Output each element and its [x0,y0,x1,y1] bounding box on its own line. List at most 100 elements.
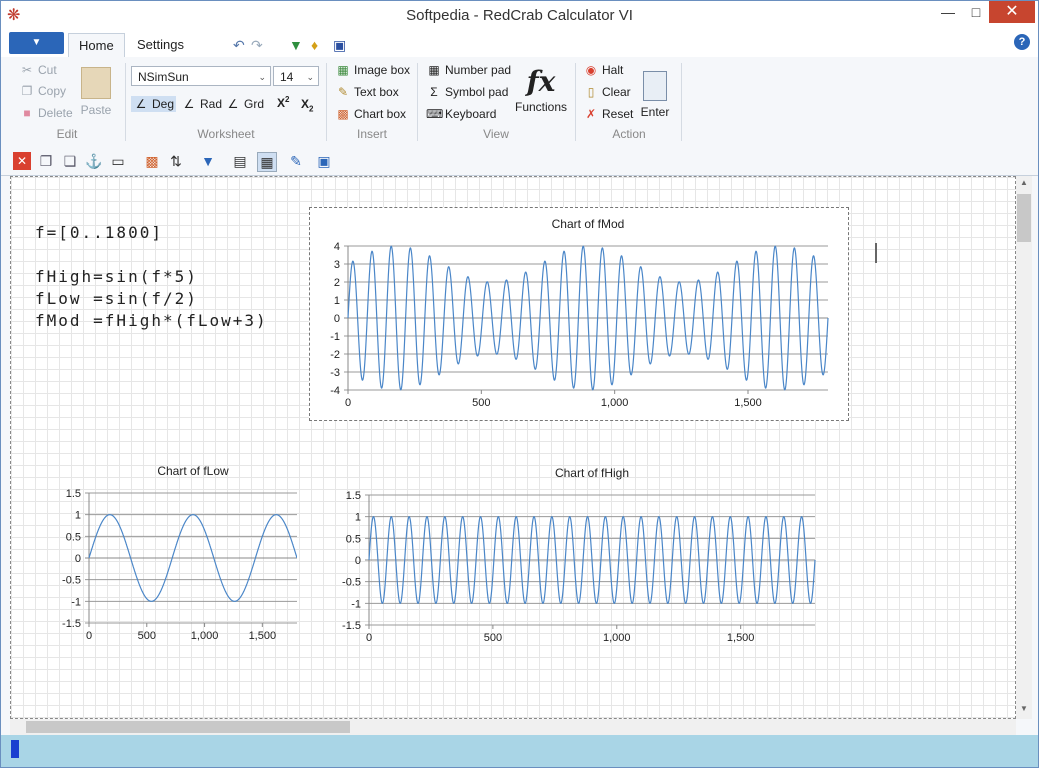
chart-box-fmod[interactable]: Chart of fMod 4 3 2 1 0 -1 -2 -3 -4 0 500 1,000 1,500 [309,207,849,421]
chart-icon[interactable]: ▩ [143,152,161,170]
y-tick-label: 0.5 [66,531,81,543]
y-tick-label: 1.5 [66,488,81,500]
file-menu-button[interactable]: ▼ [9,32,64,54]
grd-toggle[interactable]: ∠ Grd [225,97,264,111]
view-group-label: View [483,127,509,141]
font-size-select[interactable]: 14 ⌄ [273,66,319,86]
symbol-pad-button[interactable]: Σ Symbol pad [426,85,508,99]
save-as-icon[interactable]: ♦ [311,37,318,53]
vertical-scrollbar[interactable]: ▲ ▼ [1016,176,1032,719]
x-tick-label: 0 [366,632,372,644]
halt-label: Halt [602,63,624,77]
redo-icon[interactable]: ↷ [251,37,263,54]
x-tick-label: 1,500 [249,630,277,642]
copy-button[interactable]: ❐ Copy [19,84,66,98]
minimize-button[interactable]: — [933,1,963,23]
sort-icon[interactable]: ⇅ [167,152,185,170]
font-select[interactable]: NSimSun ⌄ [131,66,271,86]
close-sheet-icon[interactable]: ✕ [13,152,31,170]
functions-label: Functions [514,100,568,114]
angle-icon: ∠ [183,97,195,111]
number-pad-button[interactable]: ▦ Number pad [426,63,511,77]
chart-fhigh-svg: Chart of fHigh 1.5 1 0.5 0 -0.5 -1 -1.5 0 500 1,00… [342,466,816,644]
vertical-scroll-thumb[interactable] [1017,194,1031,242]
y-tick-label: 0.5 [346,533,361,545]
bring-front-icon[interactable]: ❐ [37,152,55,170]
properties-icon[interactable]: ▤ [231,152,249,170]
chart-title: Chart of fHigh [555,466,629,480]
clear-button[interactable]: ▯ Clear [583,85,631,99]
image-box-button[interactable]: ▦ Image box [335,63,410,77]
title-bar: ❋ Softpedia - RedCrab Calculator VI — □ … [1,1,1038,31]
x-tick-label: 1,500 [734,397,762,409]
enter-button[interactable]: Enter [637,71,673,119]
x-tick-label: 500 [472,397,490,409]
chart-box-fhigh[interactable]: Chart of fHigh 1.5 1 0.5 0 -0.5 -1 -1.5 0 500 1,00… [315,461,835,661]
clear-label: Clear [602,85,631,99]
code-line[interactable]: fHigh=sin(f*5) [35,267,198,286]
code-line[interactable]: f=[0..1800] [35,223,163,242]
horizontal-scroll-thumb[interactable] [26,721,350,733]
x-tick-label: 500 [484,632,502,644]
paste-button[interactable]: Paste [79,67,113,117]
y-tick-label: -4 [330,385,340,397]
code-line[interactable]: fMod =fHigh*(fLow+3) [35,311,268,330]
grd-label: Grd [244,97,265,111]
insert-dropdown-icon[interactable]: ▼ [199,152,217,170]
x-tick-label: 0 [345,397,351,409]
chart-box-flow[interactable]: Chart of fLow 1.5 1 0.5 0 -0.5 -1 -1.5 0 500 1,000… [35,461,297,661]
chevron-down-icon: ⌄ [306,72,314,82]
bar-chart-icon: ▩ [337,107,349,121]
x-tick-label: 500 [138,630,156,642]
reset-button[interactable]: ✗ Reset [583,107,633,121]
y-tick-label: 2 [334,277,340,289]
edit-group-label: Edit [56,127,78,141]
worksheet-canvas[interactable]: f=[0..1800] fHigh=sin(f*5) fLow =sin(f/2… [10,176,1016,719]
number-pad-icon: ▦ [428,63,440,77]
separator [125,63,126,141]
undo-icon[interactable]: ↶ [233,37,245,54]
help-icon[interactable]: ? [1014,34,1030,50]
edit-icon[interactable]: ✎ [287,152,305,170]
y-tick-label: -1 [330,331,340,343]
separator [575,63,576,141]
app-window: ❋ Softpedia - RedCrab Calculator VI — □ … [0,0,1039,768]
halt-button[interactable]: ◉ Halt [583,63,624,77]
subscript-button[interactable]: X2 [301,97,313,113]
anchor-icon[interactable]: ⚓ [85,152,103,170]
grid-icon[interactable]: ▦ [257,152,277,172]
cut-button[interactable]: ✂ Cut [19,63,57,77]
scroll-down-icon[interactable]: ▼ [1016,704,1032,718]
screen-icon[interactable]: ▣ [315,152,333,170]
y-tick-label: -1.5 [62,618,81,630]
code-line-text: f=[0..1800] [35,223,163,242]
sigma-icon: Σ [430,85,438,99]
send-back-icon[interactable]: ❏ [61,152,79,170]
tab-settings[interactable]: Settings [127,33,194,57]
maximize-button[interactable]: □ [963,1,989,23]
ribbon-tabs: ▼ Home Settings ↶ ↷ ▼ ♦ ▣ ? [1,31,1038,58]
keyboard-button[interactable]: ⌨ Keyboard [426,107,496,121]
separator [417,63,418,141]
insert-group-label: Insert [356,127,387,141]
text-box-button[interactable]: ✎ Text box [335,85,399,99]
superscript-button[interactable]: X2 [277,95,289,110]
delete-button[interactable]: ■ Delete [19,106,72,120]
frame-icon[interactable]: ▭ [109,152,127,170]
code-line[interactable]: fLow =sin(f/2) [35,289,198,308]
text-box-icon: ✎ [337,85,349,99]
x-tick-label: 1,000 [603,632,631,644]
deg-label: Deg [152,97,175,111]
save-icon[interactable]: ▣ [333,37,346,54]
rad-toggle[interactable]: ∠ Rad [181,97,222,111]
scroll-up-icon[interactable]: ▲ [1016,178,1032,192]
functions-button[interactable]: fx Functions [513,65,569,114]
horizontal-scrollbar[interactable] [10,719,1016,735]
separator [326,63,327,141]
tab-home[interactable]: Home [68,33,125,58]
chart-box-button[interactable]: ▩ Chart box [335,107,406,121]
deg-toggle[interactable]: ∠ Deg [131,96,177,112]
y-tick-label: -2 [330,349,340,361]
close-button[interactable]: ✕ [989,1,1035,23]
open-icon[interactable]: ▼ [289,37,303,53]
